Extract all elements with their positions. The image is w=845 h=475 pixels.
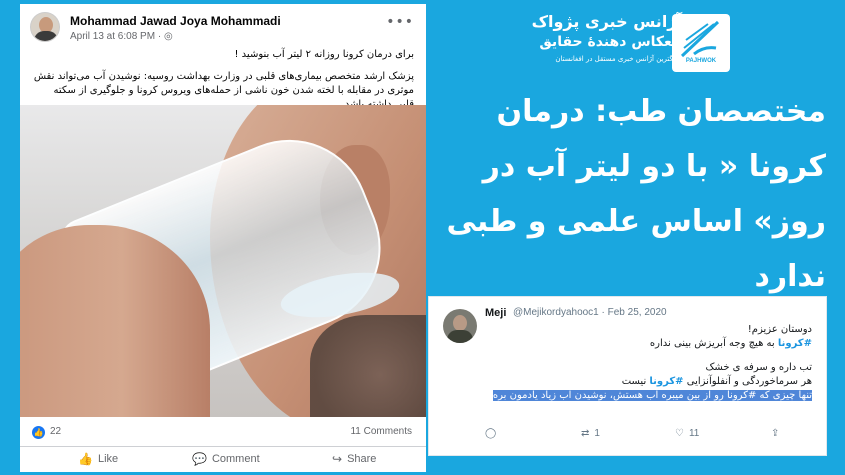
reaction-bar: 👍 22 11 Comments [20,417,426,447]
retweet-button[interactable]: ⇄ 1 [581,428,600,439]
avatar-body [34,31,58,41]
tweet-line2-rest: به هیچ وجه آبریزش بینی نداره [649,338,778,349]
tweet-actions: ◯ ⇄ 1 ♡ 11 ⇪ [485,428,812,444]
tweet-avatar-body [447,330,473,343]
tweet-line1: دوستان عزیزم! [747,324,812,335]
retweet-count: 1 [594,428,600,439]
comment-button-label: Comment [211,453,260,465]
tweet-author-name[interactable]: Meji [485,307,506,319]
hashtag-corona-2[interactable]: #کرونا [649,376,683,387]
tweet-line4-start: هر سرماخوردگی و آنفلوآنزایی [683,376,812,387]
speech-bubble-icon: 💬 [192,452,207,466]
thumbs-up-icon: 👍 [78,452,93,466]
agency-tagline: بزرگترین آژانس خبری مستقل در افغانستان [555,55,682,63]
share-button-label: Share [347,453,377,465]
comment-count[interactable]: 11 Comments [350,426,412,437]
share-arrow-icon: ↪ [332,452,343,466]
like-button[interactable]: 👍 Like [78,452,118,466]
share-button[interactable]: ↪ Share [332,452,376,466]
tweet-like-count: 11 [688,428,700,439]
logo-emblem-icon [680,20,720,58]
tweet: Meji @Mejikordyahooc1 · Feb 25, 2020 دوس… [428,296,827,456]
author-name[interactable]: Mohammad Jawad Joya Mohammadi [70,14,281,28]
post-photo[interactable] [20,105,426,417]
hashtag-corona[interactable]: #کرونا [778,338,812,349]
post-date[interactable]: April 13 at 6:08 PM · ◎ [70,31,173,42]
post-actions: 👍 Like 💬 Comment ↪ Share [20,448,426,472]
headline: مختصصان طب: درمان کرونا « با دو لیتر آب … [446,94,827,294]
tweet-handle-date[interactable]: @Mejikordyahooc1 · Feb 25, 2020 [513,307,667,318]
retweet-icon: ⇄ [581,428,590,439]
share-tweet-button[interactable]: ⇪ [771,428,779,439]
like-tweet-button[interactable]: ♡ 11 [675,428,699,439]
post-text-line1: برای درمان کرونا روزانه ۲ لیتر آب بنوشید… [234,49,414,60]
like-badge-icon[interactable]: 👍 [32,426,45,439]
tweet-highlighted-text: تنها چیزی که #کرونا رو از بین میبره آب ه… [492,390,812,401]
post-date-text: April 13 at 6:08 PM · [70,31,164,42]
heart-icon: ♡ [675,428,684,439]
tweet-line4: هر سرماخوردگی و آنفلوآنزایی #کرونا نیست [485,375,812,389]
photo-beard [310,315,426,417]
tweet-line3: تب داره و سرفه ی خشک [705,362,812,373]
globe-icon: ◎ [163,31,173,42]
share-up-icon: ⇪ [771,428,780,439]
reply-button[interactable]: ◯ [485,428,501,439]
post-header: Mohammad Jawad Joya Mohammadi April 13 a… [20,4,426,44]
facebook-post: Mohammad Jawad Joya Mohammadi April 13 a… [20,4,426,472]
agency-slogan: انعکاس دهندهٔ حقایق [539,34,682,50]
reply-icon: ◯ [485,428,497,439]
tweet-avatar[interactable] [443,309,477,343]
tweet-text: دوستان عزیزم! #کرونا به هیچ وجه آبریزش ب… [485,323,812,403]
tweet-line5: تنها چیزی که #کرونا رو از بین میبره آب ه… [485,389,812,403]
agency-name: آژانس خبری پژواک [531,12,682,31]
tweet-spacer [485,351,812,361]
like-count[interactable]: 22 [50,426,61,437]
tweet-line2: #کرونا به هیچ وجه آبریزش بینی نداره [485,337,812,351]
author-avatar[interactable] [30,12,60,42]
logo-caption: PAJHWOK [685,58,717,64]
like-button-label: Like [97,453,119,465]
tweet-avatar-face [453,315,467,331]
comment-button[interactable]: 💬 Comment [192,452,260,466]
more-options-icon[interactable]: ••• [386,14,414,30]
tweet-line4-end: نیست [621,376,650,387]
